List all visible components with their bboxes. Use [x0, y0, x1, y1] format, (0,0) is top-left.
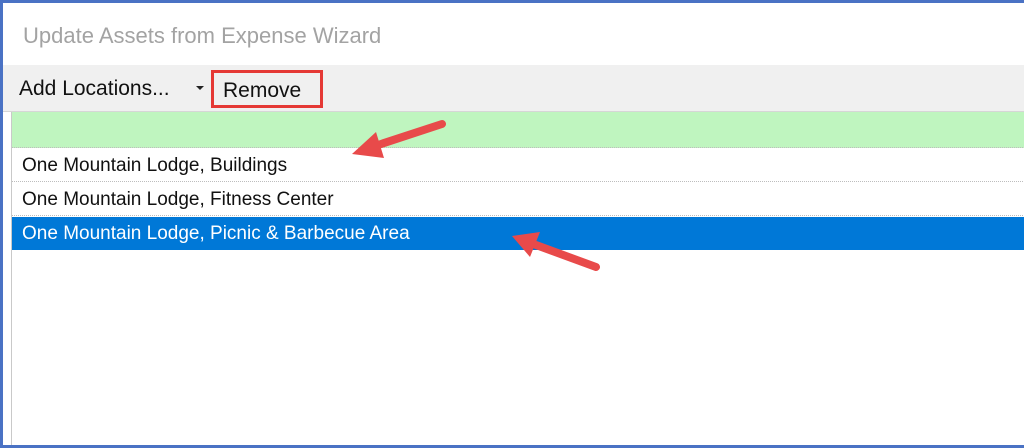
title-bar: Update Assets from Expense Wizard: [3, 3, 1024, 65]
chevron-down-icon[interactable]: [196, 86, 204, 90]
remove-button[interactable]: Remove: [211, 70, 323, 108]
toolbar: Add Locations... Remove: [3, 65, 1024, 112]
window-title: Update Assets from Expense Wizard: [23, 23, 382, 48]
list-item-label: One Mountain Lodge, Picnic & Barbecue Ar…: [22, 223, 410, 244]
list-item-selected[interactable]: One Mountain Lodge, Picnic & Barbecue Ar…: [12, 217, 1024, 250]
list-item[interactable]: One Mountain Lodge, Buildings: [12, 149, 1024, 182]
list-item-label: One Mountain Lodge, Buildings: [22, 155, 288, 176]
locations-list[interactable]: One Mountain Lodge, Buildings One Mounta…: [11, 112, 1024, 445]
list-item-label: One Mountain Lodge, Fitness Center: [22, 189, 334, 210]
remove-button-label: Remove: [223, 79, 302, 102]
wizard-window: Update Assets from Expense Wizard Add Lo…: [0, 0, 1024, 448]
list-item[interactable]: One Mountain Lodge, Fitness Center: [12, 183, 1024, 216]
new-row[interactable]: [12, 112, 1024, 148]
add-locations-button[interactable]: Add Locations...: [19, 77, 170, 101]
